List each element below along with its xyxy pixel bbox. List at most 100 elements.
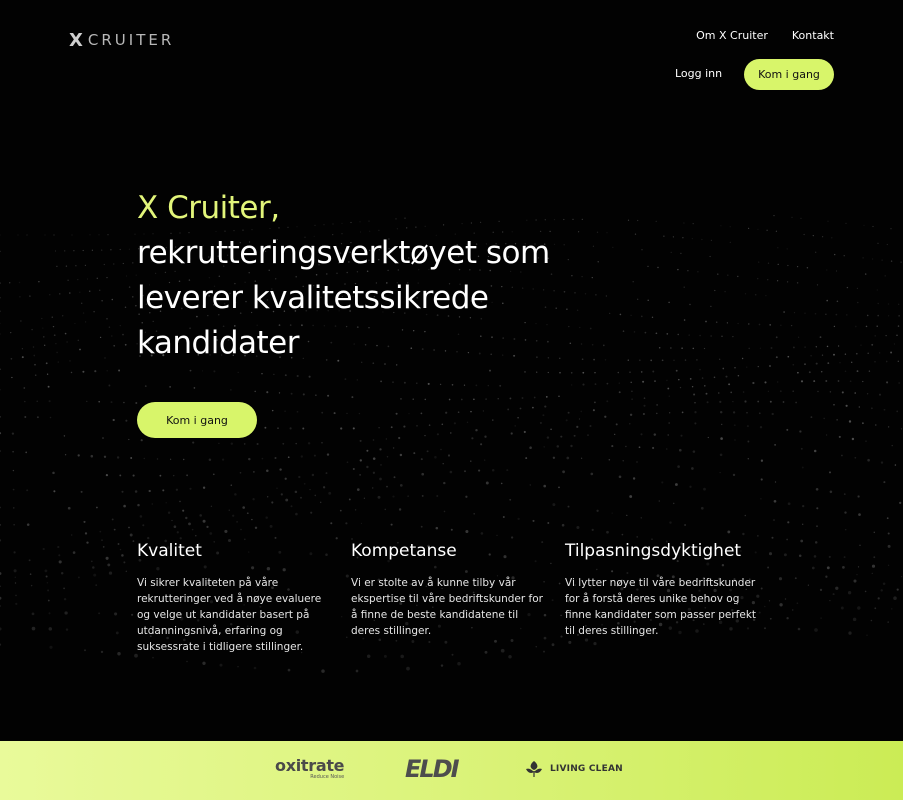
- particle-dot: [758, 412, 761, 415]
- particle-dot: [759, 347, 762, 349]
- particle-dot: [799, 430, 802, 433]
- particle-dot: [65, 265, 68, 267]
- particle-dot: [666, 379, 668, 382]
- particle-dot: [372, 471, 376, 474]
- particle-dot: [539, 421, 542, 425]
- particle-dot: [900, 575, 903, 578]
- particle-dot: [17, 234, 19, 236]
- particle-dot: [90, 560, 93, 563]
- particle-dot: [896, 334, 898, 336]
- site-logo[interactable]: X CRUITER: [69, 30, 174, 51]
- particle-dot: [285, 498, 289, 502]
- particle-dot: [330, 522, 333, 525]
- particle-dot: [737, 322, 739, 325]
- particle-dot: [117, 543, 120, 545]
- particle-dot: [88, 290, 91, 292]
- particle-dot: [817, 390, 819, 393]
- particle-dot: [816, 284, 819, 286]
- particle-dot: [0, 506, 1, 509]
- particle-dot: [400, 398, 402, 400]
- particle-dot: [427, 382, 430, 385]
- particle-dot: [57, 545, 60, 549]
- particle-dot: [440, 664, 444, 667]
- particle-dot: [319, 501, 322, 504]
- particle-dot: [803, 233, 805, 236]
- particle-dot: [625, 445, 627, 448]
- particle-dot: [213, 370, 216, 373]
- particle-dot: [98, 289, 101, 292]
- particle-dot: [775, 356, 778, 359]
- particle-dot: [67, 279, 69, 281]
- particle-dot: [897, 360, 899, 362]
- particle-dot: [266, 391, 269, 394]
- header-get-started-button[interactable]: Kom i gang: [744, 59, 834, 90]
- particle-dot: [125, 570, 128, 573]
- particle-dot: [399, 484, 403, 487]
- particle-dot: [497, 398, 499, 400]
- particle-dot: [777, 263, 779, 266]
- hero-get-started-button[interactable]: Kom i gang: [137, 402, 257, 438]
- particle-dot: [567, 411, 570, 414]
- particle-dot: [192, 441, 195, 444]
- particle-dot: [112, 418, 115, 422]
- particle-dot: [49, 645, 53, 649]
- particle-dot: [774, 481, 777, 483]
- particle-dot: [797, 371, 799, 374]
- particle-dot: [480, 532, 484, 535]
- particle-dot: [82, 370, 85, 373]
- particle-dot: [845, 222, 847, 224]
- particle-dot: [314, 494, 317, 497]
- particle-dot: [594, 383, 597, 385]
- particle-dot: [84, 321, 87, 323]
- particle-dot: [833, 404, 835, 406]
- particle-dot: [877, 302, 879, 305]
- particle-dot: [48, 612, 51, 615]
- particle-dot: [189, 487, 192, 490]
- particle-dot: [699, 368, 701, 371]
- particle-dot: [804, 363, 806, 366]
- particle-dot: [482, 410, 485, 412]
- particle-dot: [302, 393, 305, 396]
- particle-dot: [651, 316, 654, 319]
- particle-dot: [640, 517, 643, 519]
- particle-dot: [300, 496, 302, 499]
- particle-dot: [835, 270, 838, 272]
- particle-dot: [466, 421, 469, 424]
- particle-dot: [693, 393, 696, 396]
- particle-dot: [775, 230, 778, 232]
- particle-dot: [720, 225, 722, 227]
- particle-dot: [86, 541, 89, 544]
- particle-dot: [550, 428, 552, 431]
- login-link[interactable]: Logg inn: [675, 67, 722, 80]
- particle-dot: [108, 384, 111, 387]
- particle-dot: [47, 385, 50, 388]
- feature-title: Tilpasningsdyktighet: [565, 541, 742, 561]
- particle-dot: [101, 249, 103, 251]
- particle-dot: [883, 481, 886, 484]
- particle-dot: [15, 602, 18, 606]
- particle-dot: [746, 425, 749, 428]
- particle-dot: [887, 564, 890, 566]
- particle-dot: [876, 325, 878, 328]
- nav-link-kontakt[interactable]: Kontakt: [792, 29, 834, 42]
- nav-link-om-x-cruiter[interactable]: Om X Cruiter: [696, 29, 768, 42]
- particle-dot: [587, 434, 589, 436]
- particle-dot: [704, 385, 706, 387]
- particle-dot: [151, 503, 153, 505]
- particle-dot: [873, 556, 876, 559]
- particle-dot: [290, 505, 293, 508]
- particle-dot: [333, 412, 336, 415]
- particle-dot: [230, 389, 232, 391]
- particle-dot: [52, 325, 55, 328]
- particle-dot: [825, 575, 828, 578]
- particle-dot: [705, 392, 708, 395]
- particle-dot: [122, 262, 124, 265]
- particle-dot: [129, 533, 133, 537]
- particle-dot: [106, 370, 108, 372]
- particle-dot: [811, 566, 815, 570]
- particle-dot: [726, 322, 729, 324]
- particle-dot: [113, 528, 116, 531]
- particle-dot: [877, 314, 879, 317]
- particle-dot: [611, 445, 614, 448]
- particle-dot: [802, 523, 804, 525]
